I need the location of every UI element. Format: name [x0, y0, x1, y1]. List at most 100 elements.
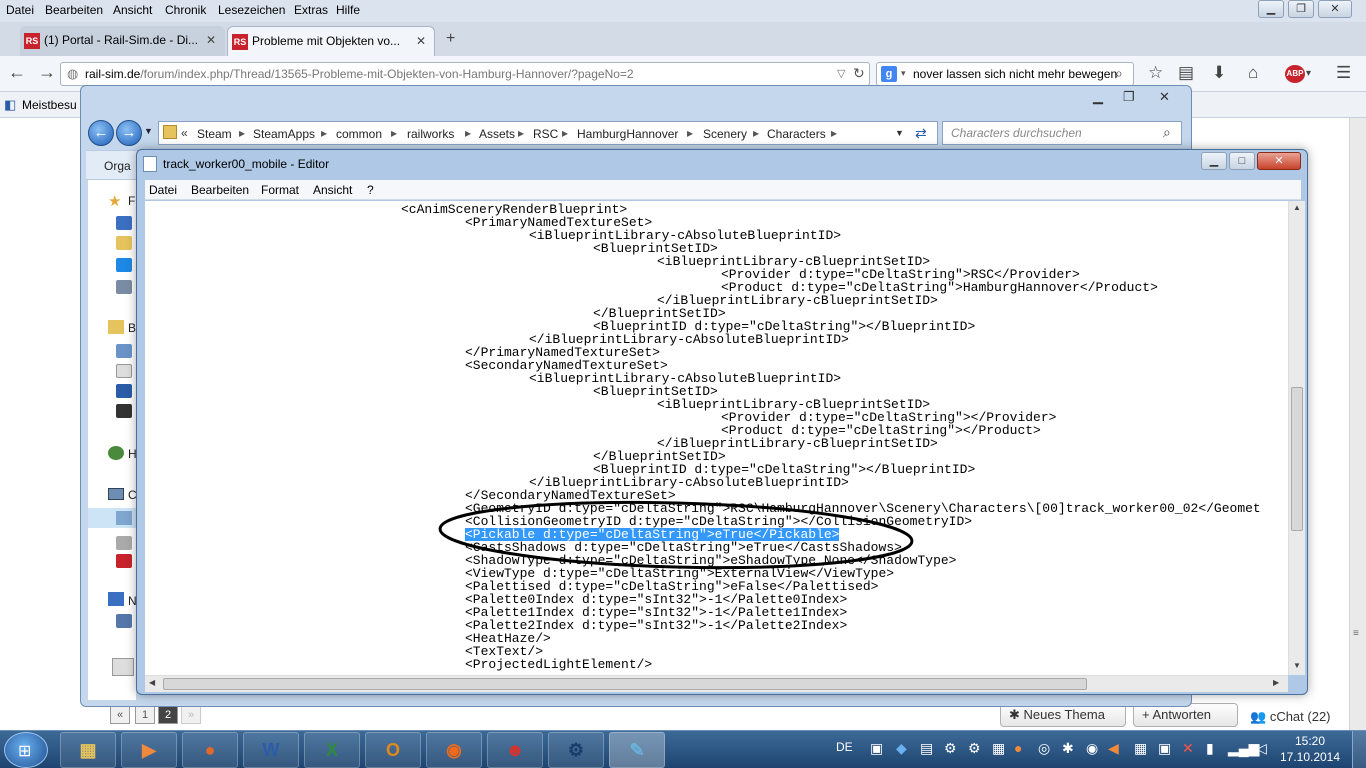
ff-menu-datei[interactable]: Datei	[6, 3, 34, 17]
tray-icon[interactable]: ▣	[1158, 740, 1171, 757]
dropbox-icon[interactable]	[116, 258, 132, 272]
adblock-icon[interactable]: ABP	[1285, 65, 1305, 83]
crumb-scenery[interactable]: Scenery	[703, 127, 747, 141]
pictures-icon[interactable]	[116, 344, 132, 358]
minimize-icon[interactable]: ▁	[1201, 152, 1227, 170]
tab-portal[interactable]: RS (1) Portal - Rail-Sim.de - Di... ✕	[20, 26, 225, 56]
crumb-sep-icon[interactable]: ▸	[562, 126, 568, 140]
notepad-text-area[interactable]: <cAnimSceneryRenderBlueprint> <PrimaryNam…	[145, 201, 1288, 675]
dropdown-icon[interactable]: ▽	[837, 67, 845, 80]
ff-menu-chronik[interactable]: Chronik	[165, 3, 206, 17]
selected-drive-row[interactable]	[88, 508, 136, 528]
scroll-thumb[interactable]	[1291, 387, 1303, 531]
taskbar-firefox[interactable]: ●	[182, 732, 238, 768]
libraries-icon[interactable]	[108, 320, 124, 334]
page-scrollbar[interactable]: ≡	[1349, 118, 1366, 730]
battery-icon[interactable]: ▮	[1206, 740, 1214, 757]
clock-time[interactable]: 15:20	[1280, 734, 1340, 748]
crumb-sep-icon[interactable]: ▸	[321, 126, 327, 140]
network-error-icon[interactable]: ✕	[1182, 740, 1194, 757]
adblock-dropdown-icon[interactable]: ▾	[1306, 68, 1311, 79]
recent-places-icon[interactable]	[116, 280, 132, 294]
page-2[interactable]: 2	[158, 706, 178, 724]
crumb-common[interactable]: common	[336, 127, 382, 141]
downloads-icon[interactable]: ⬇	[1212, 63, 1226, 83]
tray-icon[interactable]: ⚙	[968, 740, 981, 757]
page-first[interactable]: «	[110, 706, 130, 724]
scroll-right-icon[interactable]: ▶	[1273, 678, 1279, 687]
ff-menu-extras[interactable]: Extras	[294, 3, 328, 17]
scroll-down-icon[interactable]: ▼	[1293, 661, 1301, 670]
home-icon[interactable]: ⌂	[1248, 63, 1258, 83]
favorites-star-icon[interactable]: ★	[108, 192, 121, 210]
tray-icon[interactable]: ◉	[1086, 740, 1098, 757]
crumb-sep-icon[interactable]: ▸	[391, 126, 397, 140]
minimize-icon[interactable]: ▁	[1093, 89, 1103, 105]
search-bar[interactable]: g ▾ nover lassen sich nicht mehr bewegen…	[876, 62, 1134, 86]
back-icon[interactable]: ←	[8, 62, 26, 83]
network-icon[interactable]	[108, 592, 124, 606]
taskbar-word[interactable]: W	[243, 732, 299, 768]
back-icon[interactable]: ←	[88, 120, 114, 146]
crumb-characters[interactable]: Characters	[767, 127, 826, 141]
forward-icon[interactable]: →	[116, 120, 142, 146]
tab-close-icon[interactable]: ✕	[206, 33, 216, 47]
tray-icon[interactable]: ▦	[1134, 740, 1147, 757]
close-icon[interactable]: ✕	[1257, 152, 1301, 170]
crumb-sep-icon[interactable]: ▸	[465, 126, 471, 140]
homegroup-icon[interactable]	[108, 446, 124, 460]
tray-icon[interactable]: ▦	[992, 740, 1005, 757]
forward-icon[interactable]: →	[38, 62, 56, 83]
volume-icon[interactable]: ◀	[1108, 740, 1119, 757]
taskbar-app-red[interactable]: ☻	[487, 732, 543, 768]
taskbar-steam[interactable]: ⚙	[548, 732, 604, 768]
ff-menu-bearbeiten[interactable]: Bearbeiten	[45, 3, 103, 17]
history-dropdown-icon[interactable]: ▼	[144, 126, 153, 136]
notepad-vscrollbar[interactable]: ▲ ▼	[1288, 201, 1305, 675]
page-next[interactable]: »	[181, 706, 201, 724]
url-bar[interactable]: ◍ rail-sim.de/forum/index.php/Thread/135…	[60, 62, 870, 86]
taskbar-explorer[interactable]: ▦	[60, 732, 116, 768]
reload-icon[interactable]: ↻	[853, 65, 865, 82]
ff-menu-ansicht[interactable]: Ansicht	[113, 3, 152, 17]
page-1[interactable]: 1	[135, 706, 155, 724]
start-button[interactable]: ⊞	[4, 732, 48, 768]
search-engine-dropdown-icon[interactable]: ▾	[901, 68, 906, 79]
signal-icon[interactable]: ▂▄▆	[1228, 740, 1259, 757]
search-icon[interactable]: ⌕	[1163, 124, 1171, 141]
crumb-sep-icon[interactable]: ▸	[518, 126, 524, 140]
crumb-sep-icon[interactable]: ▸	[239, 126, 245, 140]
crumb-hamburghannover[interactable]: HamburgHannover	[577, 127, 678, 141]
network-pc-icon[interactable]	[116, 614, 132, 628]
side-label-favorites[interactable]: F	[128, 194, 135, 208]
crumb-sep-icon[interactable]: ▸	[753, 126, 759, 140]
removable-drive-icon[interactable]	[116, 554, 132, 568]
downloads-folder-icon[interactable]	[116, 236, 132, 250]
np-menu-ansicht[interactable]: Ansicht	[313, 183, 352, 197]
language-indicator[interactable]: DE	[836, 740, 853, 754]
organize-menu[interactable]: Orga	[104, 159, 131, 173]
overflow-chevron-icon[interactable]: «	[181, 126, 188, 140]
np-menu-format[interactable]: Format	[261, 183, 299, 197]
new-tab-icon[interactable]: +	[446, 30, 455, 48]
restore-icon[interactable]: ❐	[1123, 89, 1135, 105]
np-menu-datei[interactable]: Datei	[149, 183, 177, 197]
crumb-assets[interactable]: Assets	[479, 127, 515, 141]
explorer-address-bar[interactable]: « Steam ▸ SteamApps ▸ common ▸ railworks…	[158, 121, 938, 145]
scroll-left-icon[interactable]: ◀	[149, 678, 155, 687]
close-icon[interactable]: ✕	[1159, 89, 1170, 105]
crumb-steam[interactable]: Steam	[197, 127, 232, 141]
bookmarks-list-icon[interactable]: ▤	[1178, 63, 1194, 83]
taskbar-notepad[interactable]: ✎	[609, 732, 665, 768]
explorer-search[interactable]: Characters durchsuchen ⌕	[942, 121, 1182, 145]
refresh-icon[interactable]: ⇄	[915, 125, 927, 142]
crumb-sep-icon[interactable]: ▸	[687, 126, 693, 140]
notepad-hscrollbar[interactable]: ◀ ▶	[145, 675, 1288, 692]
ff-menu-lesezeichen[interactable]: Lesezeichen	[218, 3, 285, 17]
crumb-railworks[interactable]: railworks	[407, 127, 454, 141]
taskbar-media-player[interactable]: ▶	[121, 732, 177, 768]
documents-icon[interactable]	[116, 364, 132, 378]
bookmark-star-icon[interactable]: ☆	[1148, 63, 1163, 83]
computer-icon[interactable]	[108, 488, 124, 500]
bluetooth-icon[interactable]: ✱	[1062, 740, 1074, 757]
